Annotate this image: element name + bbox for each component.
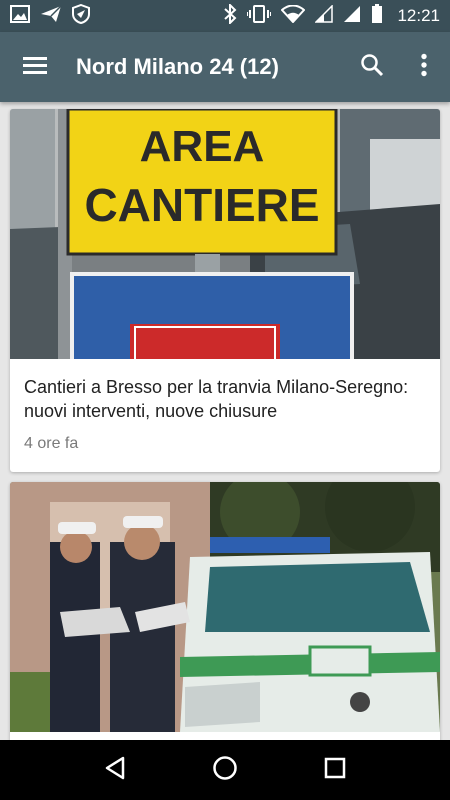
recents-icon [324,757,346,784]
article-title[interactable] [10,732,440,740]
battery-icon [371,3,383,29]
back-icon [104,756,126,785]
more-vert-icon [420,53,428,82]
status-time: 12:21 [397,6,440,25]
status-right: 12:21 [223,2,440,29]
news-feed[interactable]: AREA CANTIERE Cantieri a Bresso per la t… [0,102,450,740]
sign-text-area: AREA [140,122,265,171]
signal-icon [343,5,361,28]
send-icon [40,4,62,28]
overflow-menu-button[interactable] [398,32,450,102]
sign-text-cantiere: CANTIERE [84,179,319,231]
app-bar: Nord Milano 24 (12) [0,32,450,102]
search-icon [360,53,384,82]
signal-icon [314,3,334,28]
menu-icon [22,55,48,80]
shield-icon [72,3,90,29]
status-left [10,3,90,29]
vibrate-icon [246,4,273,29]
back-button[interactable] [85,740,145,800]
home-button[interactable] [195,740,255,800]
app-title: Nord Milano 24 (12) [76,54,279,79]
screen: 12:21 Nord Milano 24 (12) AREA CANTIERE … [0,0,450,800]
article-card[interactable] [10,482,440,740]
recents-button[interactable] [305,740,365,800]
article-image [10,482,440,732]
home-icon [212,755,238,786]
article-time: 4 ore fa [24,435,79,452]
wifi-icon [281,4,306,28]
article-image: AREA CANTIERE [10,109,440,359]
image-icon [10,4,30,28]
article-card[interactable]: AREA CANTIERE Cantieri a Bresso per la t… [10,109,440,472]
bluetooth-icon [223,2,237,29]
status-bar: 12:21 [0,0,450,32]
article-title[interactable]: Cantieri a Bresso per la tranvia Milano-… [10,359,440,423]
search-button[interactable] [346,32,398,102]
menu-button[interactable] [0,32,70,102]
navigation-bar [0,740,450,800]
